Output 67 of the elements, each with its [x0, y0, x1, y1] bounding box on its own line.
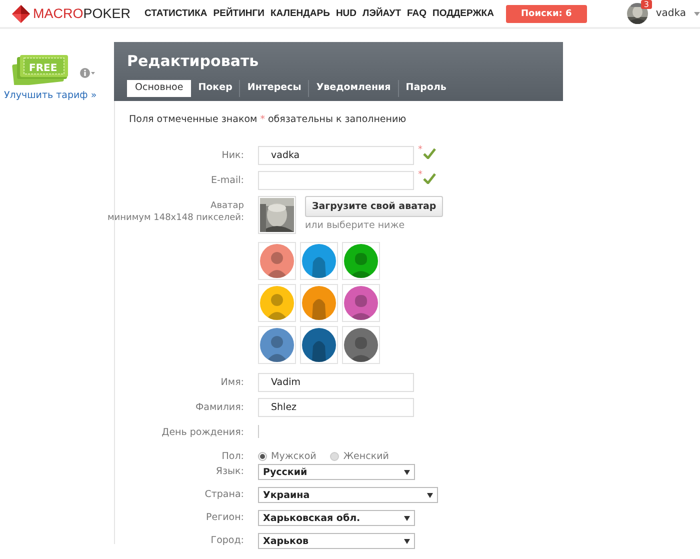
notification-badge: 3 — [640, 0, 652, 9]
logo-text[interactable]: MACROPOKER — [33, 6, 131, 21]
dropdown-arrow-icon — [427, 492, 433, 498]
avatar-option[interactable] — [344, 328, 378, 362]
input-field[interactable]: vadka — [258, 146, 414, 165]
panel-title: Редактировать — [127, 52, 260, 70]
field-label: Пол: — [222, 451, 244, 462]
tab[interactable]: Уведомления — [308, 80, 398, 97]
avatar-option[interactable] — [302, 286, 336, 320]
user-name[interactable]: vadka — [656, 8, 686, 19]
upload-button[interactable]: Загрузите свой аватар — [305, 196, 444, 217]
field-hint: минимум 148x148 пикселей: — [107, 212, 244, 224]
field-label: Аватар — [210, 200, 244, 212]
field-label: Имя: — [220, 377, 244, 388]
nav-link[interactable]: ЛЭЙАУТ — [362, 8, 401, 19]
required-note: Поля отмеченные знаком * обязательны к заполнению — [129, 114, 408, 125]
field-label: Регион: — [206, 512, 244, 523]
avatar-option[interactable] — [302, 244, 336, 278]
dropdown-arrow-icon — [404, 470, 410, 474]
dropdown[interactable]: Украина — [258, 487, 438, 503]
field-label: Ник: — [222, 150, 244, 161]
dropdown[interactable]: Харьков — [258, 533, 415, 549]
field-label: Фамилия: — [195, 402, 244, 413]
dropdown[interactable]: Русский — [258, 464, 415, 480]
caret-icon[interactable] — [694, 12, 700, 16]
field-label: Город: — [210, 535, 244, 546]
logo-icon — [12, 4, 30, 22]
avatar-option[interactable] — [302, 328, 336, 362]
avatar-option[interactable] — [260, 328, 294, 362]
dropdown-value: Харьков — [263, 536, 309, 546]
radio-label: Мужской — [271, 451, 316, 462]
input-field[interactable]: Shlez — [258, 398, 414, 417]
avatar-option[interactable] — [344, 244, 378, 278]
tab[interactable]: Интересы — [239, 80, 308, 97]
dropdown-arrow-icon — [404, 538, 410, 544]
field-label: День рождения: — [162, 427, 244, 438]
input-field[interactable] — [258, 171, 414, 190]
upgrade-link[interactable]: Улучшить тариф » — [4, 90, 114, 101]
tab[interactable]: Покер — [191, 80, 240, 97]
dropdown-value: Украина — [263, 490, 310, 500]
dropdown-arrow-icon — [404, 516, 410, 520]
nav-link[interactable]: КАЛЕНДАРЬ — [270, 8, 330, 19]
input-field[interactable]: Vadim — [258, 373, 414, 392]
tab[interactable]: Пароль — [398, 80, 454, 97]
tab[interactable]: Основное — [127, 80, 192, 97]
choose-hint: или выберите ниже — [305, 220, 406, 231]
required-mark: * — [418, 146, 422, 154]
avatar-option[interactable] — [344, 286, 378, 320]
info-icon[interactable] — [80, 68, 96, 78]
radio-button[interactable] — [258, 452, 267, 461]
dropdown-value: Русский — [263, 466, 308, 478]
radio-label: Женский — [343, 451, 389, 462]
nav-link[interactable]: РЕЙТИНГИ — [213, 8, 264, 19]
required-mark: * — [418, 171, 422, 179]
nav-link[interactable]: HUD — [336, 8, 357, 19]
plan-label: FREE — [29, 63, 58, 74]
field-label: E-mail: — [211, 175, 244, 186]
field-label: Язык: — [216, 466, 244, 477]
ticket-drawing — [12, 55, 68, 85]
radio-button[interactable] — [330, 452, 340, 461]
dropdown[interactable]: Харьковская обл. — [258, 510, 415, 526]
field-label: Страна: — [204, 489, 244, 500]
dropdown-value: Харьковская обл. — [263, 512, 360, 524]
nav-link[interactable]: FAQ — [407, 8, 427, 19]
nav-link[interactable]: СТАТИСТИКА — [144, 8, 208, 19]
nav-link[interactable]: ПОДДЕРЖКА — [432, 8, 494, 19]
avatar-option[interactable] — [260, 244, 294, 278]
